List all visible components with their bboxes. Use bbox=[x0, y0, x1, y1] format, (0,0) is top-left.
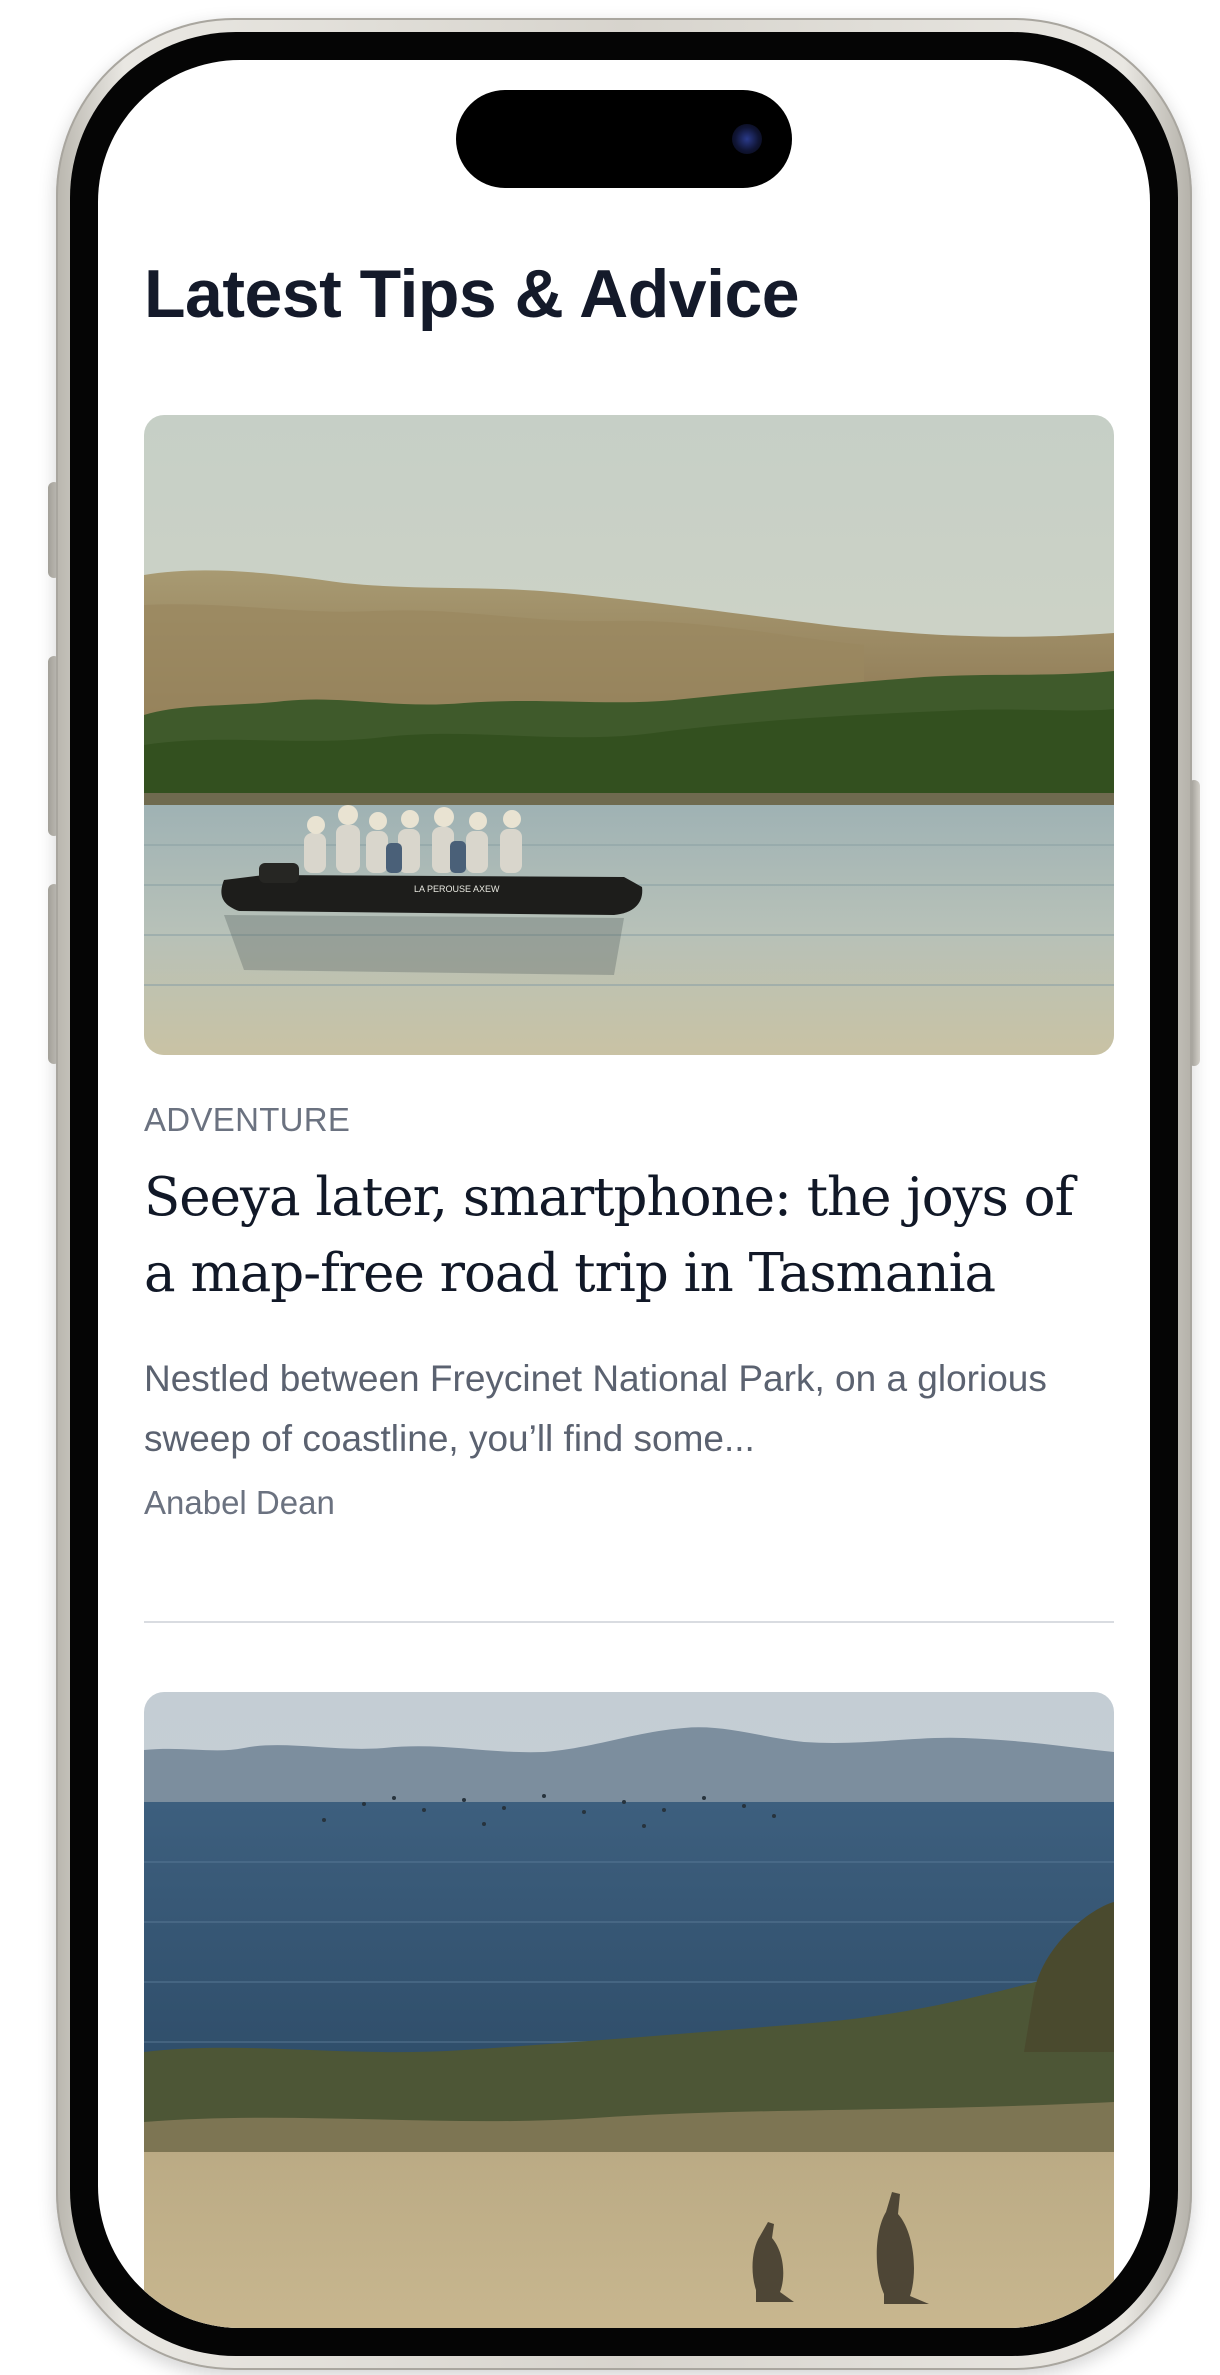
tour-boat-photo: LA PEROUSE AXEW bbox=[144, 415, 1114, 1055]
device-mockup: Latest Tips & Advice LA PEROUSE AXEW ADV… bbox=[0, 0, 1220, 2375]
front-camera-icon bbox=[732, 124, 762, 154]
article-excerpt: Nestled between Freycinet National Park,… bbox=[144, 1358, 1047, 1459]
article-author[interactable]: Anabel Dean bbox=[144, 1484, 335, 1522]
article-image[interactable] bbox=[144, 1692, 1114, 2328]
article-image[interactable]: LA PEROUSE AXEW bbox=[144, 415, 1114, 1055]
boat-name-text: LA PEROUSE AXEW bbox=[414, 884, 500, 894]
kangaroos-photo bbox=[144, 1692, 1114, 2328]
article-headline[interactable]: Seeya later, smartphone: the joys of a m… bbox=[144, 1160, 1119, 1312]
article-category: ADVENTURE bbox=[144, 1101, 351, 1138]
article-divider bbox=[144, 1621, 1114, 1623]
page-title: Latest Tips & Advice bbox=[144, 256, 800, 332]
phone-screen: Latest Tips & Advice LA PEROUSE AXEW ADV… bbox=[98, 60, 1150, 2328]
dynamic-island bbox=[456, 90, 792, 188]
